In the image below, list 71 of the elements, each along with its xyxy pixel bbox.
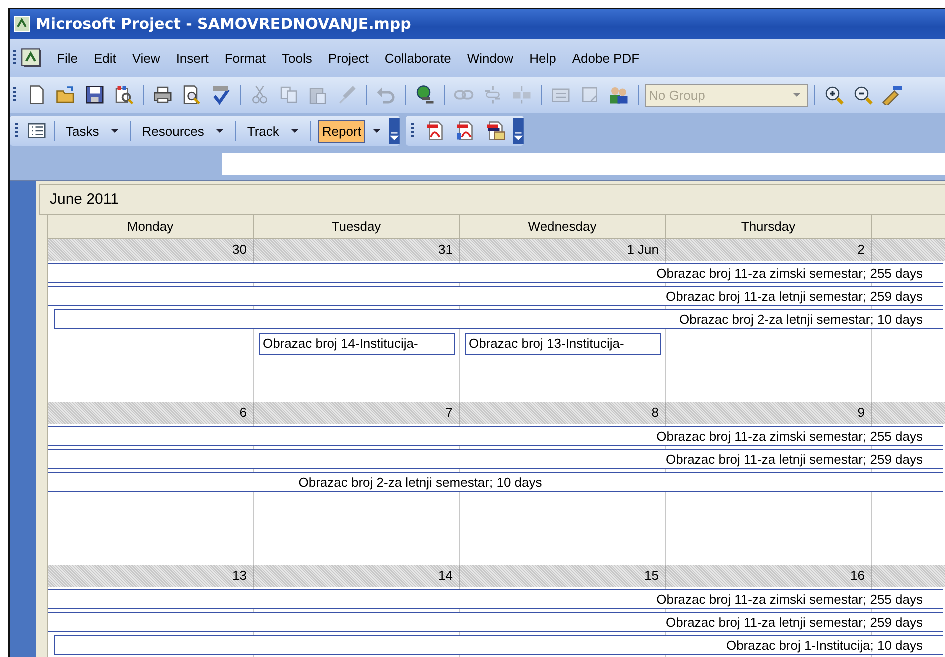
guide-button[interactable]: Track (243, 120, 284, 142)
zoom-in-icon[interactable] (824, 85, 844, 105)
dropdown-arrow-icon[interactable] (291, 129, 300, 133)
people-icon[interactable] (609, 85, 629, 105)
toolbar-options-icon[interactable] (513, 118, 524, 144)
dropdown-arrow-icon[interactable] (111, 129, 120, 133)
window-title: Microsoft Project - SAMOVREDNOVANJE.mpp (36, 15, 412, 33)
task-bar[interactable]: Obrazac broj 11-za letnji semestar; 259 days (48, 286, 943, 306)
caret-icon (793, 93, 801, 97)
task-bar[interactable]: Obrazac broj 2-za letnji semestar; 10 days (48, 472, 943, 492)
menu-item[interactable]: Adobe PDF (566, 50, 650, 66)
list-view-icon[interactable] (27, 121, 47, 141)
spell-check-icon[interactable] (211, 85, 231, 105)
task-bar[interactable]: Obrazac broj 11-za zimski semestar; 255 days (48, 589, 943, 609)
task-bar[interactable]: Obrazac broj 1-Institucija; 10 days (54, 635, 943, 655)
date-cell: 31 (254, 239, 460, 261)
menu-item[interactable]: Tools (276, 50, 322, 66)
toolbar-options-icon[interactable] (389, 118, 400, 144)
task-bar[interactable]: Obrazac broj 13-Institucija- (465, 333, 661, 355)
printer-icon[interactable] (153, 85, 173, 105)
copy-picture-icon[interactable] (114, 85, 134, 105)
task-label: Obrazac broj 11-za letnji semestar; 259 days (666, 614, 923, 630)
open-folder-icon[interactable] (56, 85, 76, 105)
new-document-icon[interactable] (27, 85, 47, 105)
date-cell: 13 (48, 565, 254, 587)
print-preview-icon[interactable] (182, 85, 202, 105)
menu-item[interactable]: Insert (170, 50, 219, 66)
menu-item[interactable]: Project (322, 50, 379, 66)
date-cell: 8 (460, 402, 666, 424)
date-cell: 30 (48, 239, 254, 261)
task-label: Obrazac broj 11-za letnji semestar; 259 days (666, 452, 923, 466)
guide-button[interactable]: Tasks (62, 120, 104, 142)
document-icon[interactable] (21, 48, 43, 68)
task-bar[interactable]: Obrazac broj 11-za zimski semestar; 255 days (48, 426, 943, 446)
date-cell: 15 (460, 565, 666, 587)
date-cell: 9 (666, 402, 872, 424)
task-bar[interactable]: Obrazac broj 11-za zimski semestar; 255 days (48, 263, 943, 283)
task-label: Obrazac broj 2-za letnji semestar; 10 days (298, 474, 542, 490)
date-cell: 16 (666, 565, 872, 587)
date-cell: 1 Jun (460, 239, 666, 261)
pdf-mail-icon[interactable] (486, 121, 506, 141)
zoom-out-icon[interactable] (853, 85, 873, 105)
date-cell: 14 (254, 565, 460, 587)
menu-item[interactable]: Edit (88, 50, 126, 66)
menu-item[interactable]: Collaborate (378, 50, 462, 66)
entry-field[interactable] (222, 153, 945, 175)
task-label: Obrazac broj 11-za zimski semestar; 255 days (656, 266, 923, 280)
menu-item[interactable]: View (126, 50, 170, 66)
guide-button[interactable]: Resources (138, 120, 208, 142)
menu-item[interactable]: Format (218, 50, 276, 66)
menu-item[interactable]: File (51, 50, 88, 66)
task-label: Obrazac broj 2-za letnji semestar; 10 days (680, 312, 923, 326)
guide-button[interactable]: Report (318, 120, 366, 142)
task-label: Obrazac broj 11-za zimski semestar; 255 days (656, 428, 923, 444)
task-label: Obrazac broj 11-za zimski semestar; 255 days (656, 592, 923, 606)
task-bar[interactable]: Obrazac broj 2-za letnji semestar; 10 days (54, 309, 943, 329)
app-icon (14, 16, 30, 32)
task-label: Obrazac broj 11-za letnji semestar; 259 days (666, 288, 923, 304)
task-bar[interactable]: Obrazac broj 11-za letnji semestar; 259 days (48, 449, 943, 469)
date-cell: 6 (48, 402, 254, 424)
globe-link-icon[interactable] (415, 85, 435, 105)
task-bar[interactable]: Obrazac broj 14-Institucija- (259, 333, 455, 355)
menu-item[interactable]: Window (461, 50, 524, 66)
task-label: Obrazac broj 1-Institucija; 10 days (726, 638, 923, 652)
dropdown-arrow-icon[interactable] (373, 129, 382, 133)
date-cell: 7 (254, 402, 460, 424)
dropdown-arrow-icon[interactable] (216, 129, 224, 133)
task-bar[interactable]: Obrazac broj 11-za letnji semestar; 259 days (48, 612, 943, 632)
date-cell: 2 (666, 239, 872, 261)
month-title: June 2011 (50, 191, 119, 208)
menu-item[interactable]: Help (524, 50, 566, 66)
